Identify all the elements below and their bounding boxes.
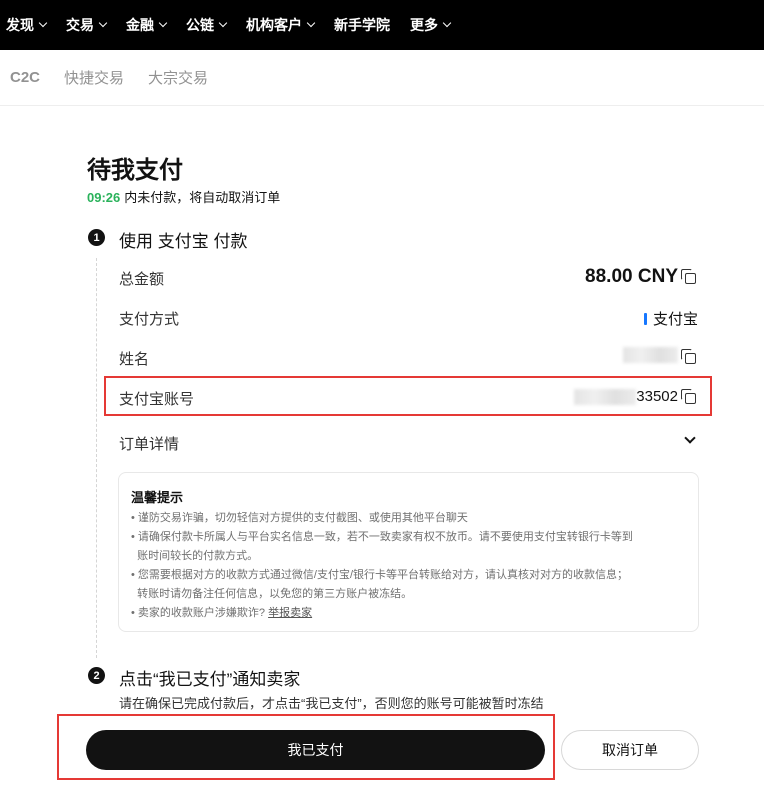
nav-item-discover[interactable]: 发现	[6, 15, 48, 35]
top-nav: 发现 交易 金融 公链 机构客户 新手学院 更多	[0, 0, 764, 50]
step-1-title: 使用 支付宝 付款	[119, 232, 248, 251]
payment-method: 支付宝	[652, 311, 698, 328]
nav-item-label: 交易	[66, 17, 94, 33]
copy-icon[interactable]	[681, 269, 697, 285]
order-details-toggle[interactable]: 订单详情	[119, 433, 179, 454]
tip-item: • 您需要根据对方的收款方式通过微信/支付宝/银行卡等平台转账给对方，请认真核对…	[131, 569, 629, 581]
payee-name-value	[623, 347, 678, 363]
tip-report-text: • 卖家的收款账户涉嫌欺诈?	[131, 607, 266, 619]
sub-nav: C2C 快捷交易 大宗交易	[0, 50, 764, 106]
countdown-notice: 09:26 内未付款，将自动取消订单	[87, 187, 280, 206]
nav-item-chain[interactable]: 公链	[186, 15, 228, 35]
chevron-down-icon	[442, 18, 452, 28]
step-2-badge: 2	[88, 667, 105, 684]
tip-item: • 请确保付款卡所属人与平台实名信息一致，若不一致卖家有权不放币。请不要使用支付…	[131, 531, 633, 543]
redacted-name	[623, 347, 678, 363]
step-connector	[96, 258, 97, 658]
nav-item-institutional[interactable]: 机构客户	[246, 15, 316, 35]
nav-item-finance[interactable]: 金融	[126, 15, 168, 35]
highlight-box-account	[104, 376, 712, 416]
nav-item-label: 机构客户	[246, 17, 302, 33]
nav-item-label: 更多	[410, 17, 438, 33]
chevron-down-icon	[218, 18, 228, 28]
page-title: 待我支付	[87, 157, 183, 184]
copy-icon[interactable]	[681, 349, 697, 365]
tip-item: 转账时请勿备注任何信息，以免您的第三方账户被冻结。	[131, 588, 413, 600]
nav-item-more[interactable]: 更多	[410, 15, 452, 35]
subnav-block-trade[interactable]: 大宗交易	[148, 67, 208, 88]
cancel-order-button[interactable]: 取消订单	[561, 730, 699, 770]
tips-title: 温馨提示	[131, 490, 184, 505]
tip-item-report: • 卖家的收款账户涉嫌欺诈? 举报卖家	[131, 604, 686, 623]
nav-item-label: 发现	[6, 17, 34, 33]
step-2-description: 请在确保已完成付款后，才点击“我已支付”，否则您的账号可能被暂时冻结	[119, 696, 544, 711]
nav-item-label: 公链	[186, 17, 214, 33]
nav-item-label: 新手学院	[334, 17, 390, 33]
subnav-c2c[interactable]: C2C	[10, 69, 40, 86]
nav-item-label: 金融	[126, 17, 154, 33]
total-amount-label: 总金额	[119, 271, 165, 288]
tip-item: 账时间较长的付款方式。	[131, 550, 259, 562]
payment-method-value: 支付宝	[643, 308, 698, 329]
chevron-down-icon	[38, 18, 48, 28]
tips-panel: 温馨提示 • 谨防交易诈骗，切勿轻信对方提供的支付截图、或使用其他平台聊天 • …	[118, 472, 699, 632]
alipay-accent-bar	[643, 312, 647, 325]
countdown-text: 内未付款，将自动取消订单	[124, 190, 281, 205]
chevron-down-icon	[98, 18, 108, 28]
total-amount-value: 88.00 CNY	[585, 266, 678, 288]
countdown-time: 09:26	[87, 190, 121, 205]
nav-item-academy[interactable]: 新手学院	[334, 15, 390, 35]
chevron-down-icon	[158, 18, 168, 28]
nav-item-trade[interactable]: 交易	[66, 15, 108, 35]
step-1-badge: 1	[88, 229, 105, 246]
step-2-title: 点击“我已支付”通知卖家	[119, 670, 301, 689]
total-amount: 88.00 CNY	[585, 266, 678, 287]
chevron-down-icon[interactable]	[684, 432, 696, 444]
highlight-box-paid-button	[57, 714, 555, 780]
chevron-down-icon	[306, 18, 316, 28]
tip-item: • 谨防交易诈骗，切勿轻信对方提供的支付截图、或使用其他平台聊天	[131, 512, 468, 524]
payment-method-label: 支付方式	[119, 311, 180, 328]
report-seller-link[interactable]: 举报卖家	[268, 607, 312, 619]
payee-name-label: 姓名	[119, 351, 150, 368]
subnav-quick-trade[interactable]: 快捷交易	[64, 67, 124, 88]
